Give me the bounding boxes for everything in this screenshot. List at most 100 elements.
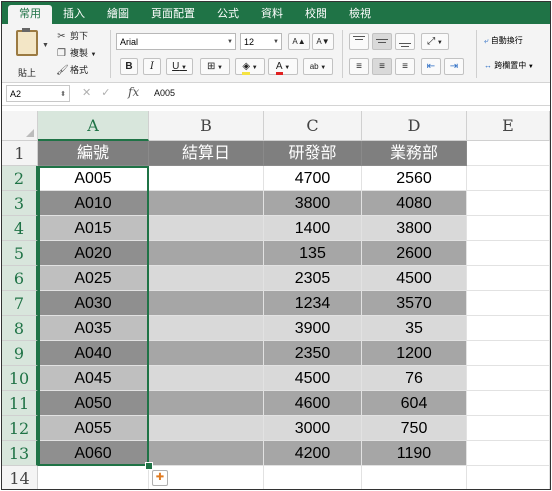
table-cell[interactable]: 604 — [362, 391, 467, 416]
table-cell[interactable]: A060 — [38, 441, 149, 466]
tab-review[interactable]: 校閱 — [294, 5, 338, 24]
tab-draw[interactable]: 繪圖 — [96, 5, 140, 24]
chevron-down-icon[interactable]: ▼ — [42, 42, 49, 49]
tab-data[interactable]: 資料 — [250, 5, 294, 24]
row-header[interactable]: 6 — [2, 266, 38, 291]
paste-button[interactable]: 貼上 ▼ — [8, 28, 49, 78]
table-cell[interactable]: A055 — [38, 416, 149, 441]
row-header[interactable]: 1 — [2, 141, 38, 166]
row-header[interactable]: 3 — [2, 191, 38, 216]
table-cell[interactable] — [149, 341, 264, 366]
column-header-d[interactable]: D — [362, 111, 467, 141]
format-painter-button[interactable]: 🖌格式 — [56, 63, 96, 80]
empty-cell[interactable] — [467, 166, 550, 191]
font-color-button[interactable]: A ▼ — [268, 58, 298, 75]
table-cell[interactable]: 2560 — [362, 166, 467, 191]
increase-indent-button[interactable]: ⇥ — [444, 58, 464, 75]
row-header[interactable]: 11 — [2, 391, 38, 416]
table-cell[interactable]: 1200 — [362, 341, 467, 366]
formula-input[interactable]: A005 — [154, 88, 175, 98]
empty-cell[interactable] — [264, 466, 362, 489]
empty-cell[interactable] — [38, 466, 149, 489]
table-cell[interactable]: 2600 — [362, 241, 467, 266]
align-top-button[interactable] — [349, 33, 369, 50]
table-cell[interactable]: 3570 — [362, 291, 467, 316]
row-header[interactable]: 5 — [2, 241, 38, 266]
tab-view[interactable]: 檢視 — [338, 5, 382, 24]
table-cell[interactable]: 1400 — [264, 216, 362, 241]
decrease-indent-button[interactable]: ⇤ — [421, 58, 441, 75]
table-cell[interactable]: 35 — [362, 316, 467, 341]
tab-formulas[interactable]: 公式 — [206, 5, 250, 24]
tab-page-layout[interactable]: 頁面配置 — [140, 5, 206, 24]
table-cell[interactable] — [149, 166, 264, 191]
decrease-font-size-button[interactable]: A▼ — [312, 33, 334, 50]
empty-cell[interactable] — [467, 191, 550, 216]
underline-button[interactable]: U ▼ — [166, 58, 193, 75]
row-header[interactable]: 4 — [2, 216, 38, 241]
table-cell[interactable] — [149, 416, 264, 441]
header-cell[interactable]: 結算日 — [149, 141, 264, 166]
empty-cell[interactable] — [467, 266, 550, 291]
chevron-down-icon[interactable]: ▼ — [91, 52, 97, 58]
row-header[interactable]: 10 — [2, 366, 38, 391]
table-cell[interactable]: 1234 — [264, 291, 362, 316]
wrap-text-button[interactable]: ⤶ 自動換行 — [484, 35, 523, 46]
table-cell[interactable]: 76 — [362, 366, 467, 391]
table-cell[interactable] — [149, 391, 264, 416]
name-box[interactable]: A2 ⬍ — [6, 85, 70, 102]
table-cell[interactable] — [149, 441, 264, 466]
borders-button[interactable]: ⊞ ▼ — [200, 58, 230, 75]
empty-cell[interactable] — [362, 466, 467, 489]
text-effects-button[interactable]: ab ▼ — [303, 58, 333, 75]
table-cell[interactable]: 3000 — [264, 416, 362, 441]
align-middle-button[interactable] — [372, 33, 392, 50]
row-header[interactable]: 9 — [2, 341, 38, 366]
row-header[interactable]: 7 — [2, 291, 38, 316]
table-cell[interactable] — [149, 291, 264, 316]
select-all-button[interactable] — [2, 111, 38, 141]
table-cell[interactable]: 4700 — [264, 166, 362, 191]
table-cell[interactable] — [149, 241, 264, 266]
column-header-a[interactable]: A — [38, 111, 149, 141]
fill-color-button[interactable]: ◈ ▼ — [235, 58, 265, 75]
table-cell[interactable]: A015 — [38, 216, 149, 241]
table-cell[interactable] — [149, 366, 264, 391]
table-cell[interactable]: A020 — [38, 241, 149, 266]
tab-home[interactable]: 常用 — [8, 5, 52, 24]
table-cell[interactable]: A040 — [38, 341, 149, 366]
row-header[interactable]: 14 — [2, 466, 38, 489]
table-cell[interactable] — [149, 316, 264, 341]
table-cell[interactable]: A010 — [38, 191, 149, 216]
table-cell[interactable] — [149, 266, 264, 291]
header-cell[interactable]: 研發部 — [264, 141, 362, 166]
table-cell[interactable]: 2350 — [264, 341, 362, 366]
empty-cell[interactable] — [467, 441, 550, 466]
italic-button[interactable]: I — [143, 58, 161, 75]
table-cell[interactable]: 135 — [264, 241, 362, 266]
cancel-icon[interactable]: ✕ — [82, 87, 101, 99]
row-header[interactable]: 2 — [2, 166, 38, 191]
empty-cell[interactable] — [467, 141, 550, 166]
table-cell[interactable]: 750 — [362, 416, 467, 441]
empty-cell[interactable] — [467, 291, 550, 316]
column-header-e[interactable]: E — [467, 111, 550, 141]
merge-center-button[interactable]: ↔ 跨欄置中 ▼ — [484, 60, 534, 71]
bold-button[interactable]: B — [120, 58, 138, 75]
align-center-button[interactable]: ≡ — [372, 58, 392, 75]
table-cell[interactable]: A050 — [38, 391, 149, 416]
increase-font-size-button[interactable]: A▲ — [288, 33, 310, 50]
table-cell[interactable]: A030 — [38, 291, 149, 316]
row-header[interactable]: 8 — [2, 316, 38, 341]
align-right-button[interactable]: ≡ — [395, 58, 415, 75]
table-cell[interactable] — [149, 191, 264, 216]
table-cell[interactable]: 3900 — [264, 316, 362, 341]
empty-cell[interactable] — [467, 341, 550, 366]
table-cell[interactable]: 4500 — [362, 266, 467, 291]
header-cell[interactable]: 業務部 — [362, 141, 467, 166]
table-cell[interactable]: 4600 — [264, 391, 362, 416]
insert-function-button[interactable]: fx — [128, 85, 139, 99]
quick-analysis-icon[interactable]: ✚ — [152, 470, 168, 486]
tab-insert[interactable]: 插入 — [52, 5, 96, 24]
cut-button[interactable]: ✂ 剪下 — [56, 29, 96, 46]
